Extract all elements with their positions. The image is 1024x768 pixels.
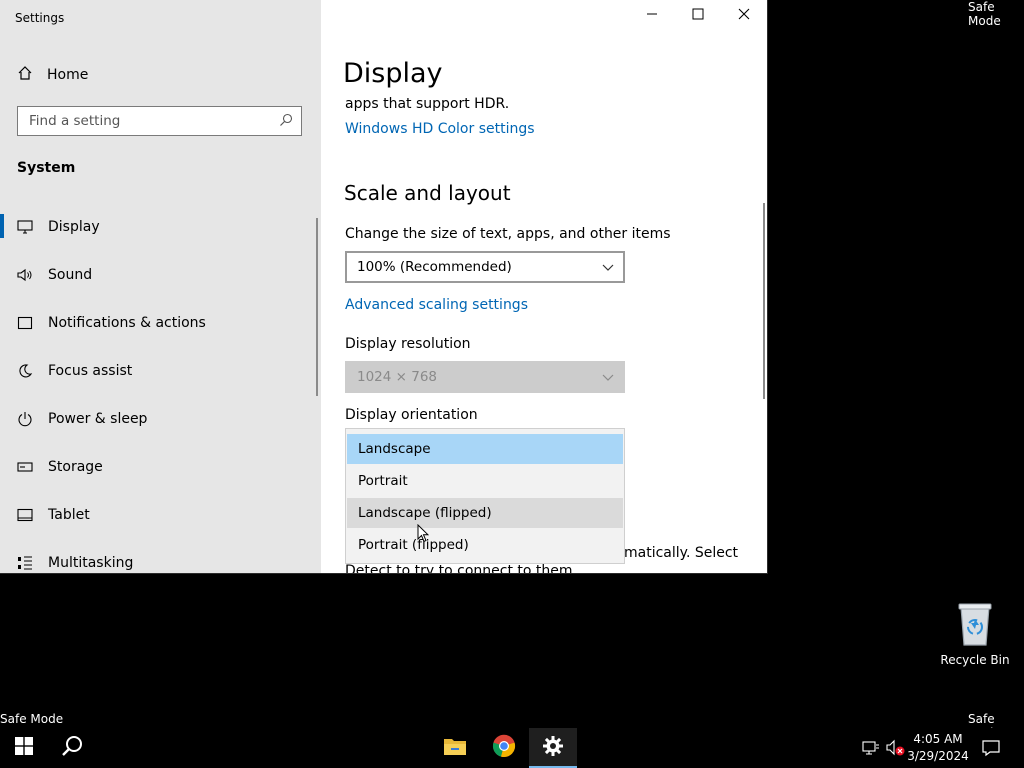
recycle-bin-label: Recycle Bin — [940, 653, 1010, 667]
hdr-text: apps that support HDR. — [345, 96, 510, 112]
sidebar-item-label: Storage — [48, 459, 103, 475]
sidebar-item-label: Focus assist — [48, 363, 133, 379]
minimize-icon — [646, 8, 658, 24]
clock-date: 3/29/2024 — [907, 749, 969, 763]
search-input[interactable]: Find a setting — [17, 106, 302, 136]
advanced-scaling-link[interactable]: Advanced scaling settings — [345, 297, 528, 313]
start-button[interactable] — [0, 728, 48, 768]
sidebar-item-power-sleep[interactable]: Power & sleep — [0, 399, 321, 439]
sidebar-item-storage[interactable]: Storage — [0, 447, 321, 487]
volume-muted-icon[interactable] — [886, 739, 906, 761]
close-icon — [738, 8, 750, 24]
detect-text: Detect to try to connect to them. — [345, 563, 577, 573]
maximize-button[interactable] — [675, 0, 721, 32]
settings-window: Settings Home Find a setting System Disp… — [0, 0, 767, 573]
section-label: System — [17, 160, 76, 176]
network-icon[interactable] — [862, 740, 880, 760]
start-icon — [15, 737, 33, 759]
recycle-bin[interactable]: Recycle Bin — [940, 601, 1010, 667]
orientation-label: Display orientation — [345, 407, 478, 423]
sidebar-item-notifications[interactable]: Notifications & actions — [0, 303, 321, 343]
chevron-down-icon — [602, 261, 614, 277]
close-button[interactable] — [721, 0, 767, 32]
search-placeholder: Find a setting — [29, 113, 121, 129]
multitasking-icon — [17, 555, 47, 571]
orientation-option-landscape-flipped[interactable]: Landscape (flipped) — [347, 498, 623, 528]
scale-dropdown[interactable]: 100% (Recommended) — [345, 251, 625, 283]
content-scrollbar[interactable] — [763, 203, 765, 399]
home-label: Home — [47, 67, 89, 83]
orientation-dropdown-list: Landscape Portrait Landscape (flipped) P… — [345, 428, 625, 564]
sidebar-item-focus-assist[interactable]: Focus assist — [0, 351, 321, 391]
notification-icon — [17, 316, 47, 330]
file-explorer-button[interactable] — [431, 728, 479, 768]
minimize-button[interactable] — [629, 0, 675, 32]
safe-mode-label-top-right: Safe Mode — [968, 0, 1001, 28]
sidebar-item-label: Power & sleep — [48, 411, 148, 427]
orientation-option-portrait-flipped[interactable]: Portrait (flipped) — [347, 530, 623, 560]
sidebar-item-tablet[interactable]: Tablet — [0, 495, 321, 535]
taskbar: 4:05 AM 3/29/2024 — [0, 728, 1024, 768]
orientation-option-landscape[interactable]: Landscape — [347, 434, 623, 464]
sidebar-item-label: Notifications & actions — [48, 315, 206, 331]
sidebar-item-label: Display — [48, 219, 100, 235]
settings-icon — [542, 735, 564, 761]
window-title: Settings — [15, 11, 65, 25]
power-icon — [17, 411, 47, 427]
chrome-button[interactable] — [480, 728, 528, 768]
home-nav-item[interactable]: Home — [17, 64, 88, 86]
storage-icon — [17, 461, 47, 473]
search-icon — [61, 735, 83, 761]
mouse-cursor-icon — [417, 523, 430, 547]
tablet-icon — [17, 508, 47, 522]
monitor-icon — [17, 220, 47, 234]
chevron-down-icon — [602, 371, 614, 387]
resolution-dropdown: 1024 × 768 — [345, 361, 625, 393]
page-title: Display — [343, 58, 443, 89]
multiple-displays-text: matically. Select — [624, 545, 739, 561]
search-icon[interactable] — [279, 113, 293, 131]
scale-value: 100% (Recommended) — [357, 259, 512, 275]
safe-mode-label-bottom-left: Safe Mode — [0, 712, 64, 726]
sidebar-item-multitasking[interactable]: Multitasking — [0, 543, 321, 573]
recycle-bin-icon — [955, 601, 995, 647]
chrome-icon — [492, 734, 516, 762]
home-icon — [17, 65, 33, 85]
resolution-label: Display resolution — [345, 336, 471, 352]
sidebar-scrollbar[interactable] — [316, 218, 318, 396]
settings-taskbar-button[interactable] — [529, 728, 577, 768]
sidebar-item-display[interactable]: Display — [0, 207, 321, 247]
file-explorer-icon — [443, 736, 467, 760]
sidebar-item-label: Tablet — [48, 507, 90, 523]
hd-color-settings-link[interactable]: Windows HD Color settings — [345, 121, 535, 137]
clock[interactable]: 4:05 AM 3/29/2024 — [905, 731, 971, 765]
scale-label: Change the size of text, apps, and other… — [345, 226, 671, 242]
search-button[interactable] — [48, 728, 96, 768]
action-center-icon[interactable] — [982, 739, 1000, 761]
speaker-icon — [17, 268, 47, 282]
sidebar-item-sound[interactable]: Sound — [0, 255, 321, 295]
scale-layout-heading: Scale and layout — [344, 181, 511, 205]
sidebar-item-label: Multitasking — [48, 555, 134, 571]
maximize-icon — [692, 8, 704, 24]
sidebar-item-label: Sound — [48, 267, 93, 283]
orientation-option-portrait[interactable]: Portrait — [347, 466, 623, 496]
resolution-value: 1024 × 768 — [357, 369, 438, 385]
sidebar: Settings Home Find a setting System Disp… — [0, 0, 321, 573]
clock-time: 4:05 AM — [913, 732, 963, 746]
moon-icon — [17, 363, 47, 379]
